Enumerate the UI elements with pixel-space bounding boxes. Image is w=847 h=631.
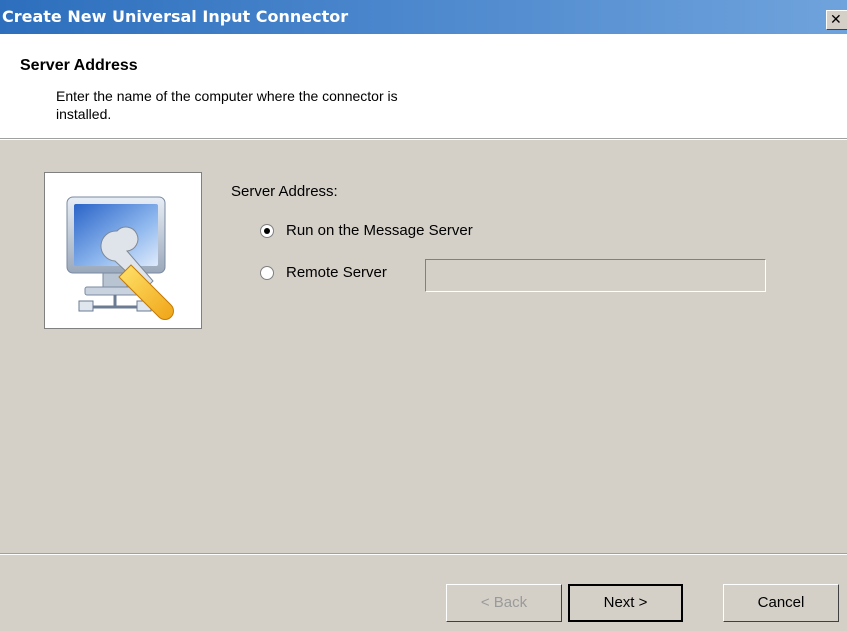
wizard-header: Server Address Enter the name of the com… [0, 34, 847, 138]
header-divider [0, 138, 847, 140]
wizard-image [44, 172, 202, 329]
computer-with-wrench-icon [66, 196, 174, 320]
remote-server-input[interactable] [425, 259, 766, 292]
back-button[interactable]: < Back [446, 584, 562, 622]
cancel-button[interactable]: Cancel [723, 584, 839, 622]
radio-selected-dot [264, 228, 270, 234]
remote-server-radio[interactable] [260, 266, 274, 280]
remote-server-label[interactable]: Remote Server [286, 264, 387, 281]
run-on-message-server-radio[interactable] [260, 224, 274, 238]
window-title: Create New Universal Input Connector [2, 7, 349, 26]
page-subtitle: Enter the name of the computer where the… [56, 88, 398, 122]
next-button[interactable]: Next > [568, 584, 683, 622]
close-icon: ✕ [830, 12, 842, 28]
footer-divider [0, 553, 847, 555]
title-bar: Create New Universal Input Connector ✕ [0, 0, 847, 34]
close-button[interactable]: ✕ [826, 10, 847, 30]
server-address-label: Server Address: [231, 183, 338, 200]
run-on-message-server-label[interactable]: Run on the Message Server [286, 222, 473, 239]
page-title: Server Address [20, 57, 138, 74]
